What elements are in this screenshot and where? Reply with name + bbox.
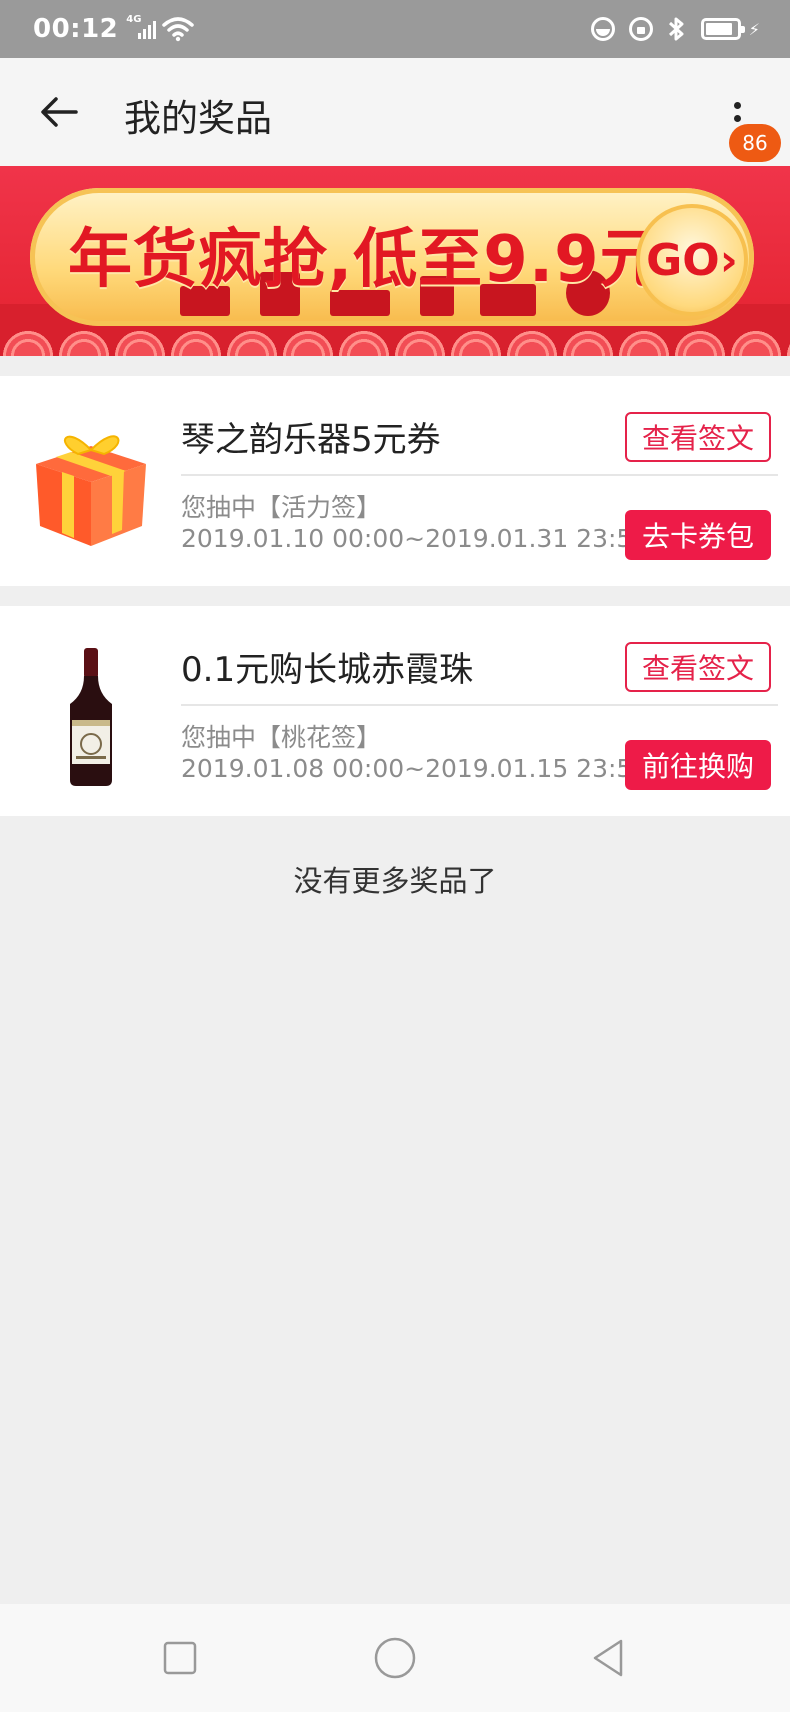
- more-vertical-icon: [734, 115, 741, 122]
- recent-apps-button[interactable]: [156, 1634, 204, 1682]
- rotation-lock-icon: [628, 17, 653, 41]
- prize-title: 琴之韵乐器5元券: [181, 420, 441, 460]
- cellular-signal-icon: 4G: [126, 14, 157, 41]
- square-icon: [163, 1641, 197, 1675]
- circle-icon: [374, 1637, 416, 1679]
- divider: [181, 704, 778, 706]
- banner-headline: 年货疯抢,低至9.9元: [68, 223, 665, 297]
- prize-card: 0.1元购长城赤霞珠 您抽中【桃花签】 2019.01.08 00:00~201…: [0, 606, 790, 816]
- page-title: 我的奖品: [124, 97, 272, 140]
- prize-source: 您抽中【桃花签】: [181, 723, 382, 752]
- home-button[interactable]: [371, 1634, 419, 1682]
- charging-icon: ⚡: [748, 19, 760, 39]
- triangle-back-icon: [593, 1639, 623, 1677]
- banner-go-button[interactable]: GO›: [636, 204, 748, 316]
- app-bar: 我的奖品 86: [0, 58, 790, 166]
- status-time: 00:12: [33, 14, 119, 44]
- status-left: 00:12 4G: [33, 14, 195, 44]
- prize-validity: 2019.01.10 00:00~2019.01.31 23:59: [181, 524, 649, 553]
- wifi-icon: [162, 17, 195, 42]
- notification-badge: 86: [729, 124, 781, 162]
- gift-box-icon: [36, 435, 146, 546]
- prize-card: 琴之韵乐器5元券 您抽中【活力签】 2019.01.10 00:00~2019.…: [0, 376, 790, 586]
- no-more-prizes-text: 没有更多奖品了: [293, 864, 497, 898]
- system-nav-bar: [0, 1604, 790, 1712]
- data-saver-icon: [590, 17, 615, 41]
- view-fortune-button[interactable]: 查看签文: [625, 642, 771, 692]
- wine-bottle-icon: [70, 648, 112, 786]
- back-button[interactable]: [36, 88, 84, 136]
- status-bar: 00:12 4G ⚡: [0, 0, 790, 58]
- divider: [181, 474, 778, 476]
- arrow-left-icon: [41, 97, 78, 127]
- promo-banner[interactable]: 年货疯抢,低至9.9元 GO›: [0, 166, 790, 356]
- status-right: ⚡: [590, 16, 760, 42]
- view-fortune-button[interactable]: 查看签文: [625, 412, 771, 462]
- go-redeem-button[interactable]: 前往换购: [625, 740, 771, 790]
- battery-icon: [700, 18, 745, 40]
- prize-source: 您抽中【活力签】: [181, 493, 382, 522]
- bluetooth-icon: [668, 17, 684, 41]
- prize-validity: 2019.01.08 00:00~2019.01.15 23:59: [181, 754, 649, 783]
- go-coupon-wallet-button[interactable]: 去卡券包: [625, 510, 771, 560]
- prize-title: 0.1元购长城赤霞珠: [181, 650, 474, 690]
- system-back-button[interactable]: [585, 1634, 633, 1682]
